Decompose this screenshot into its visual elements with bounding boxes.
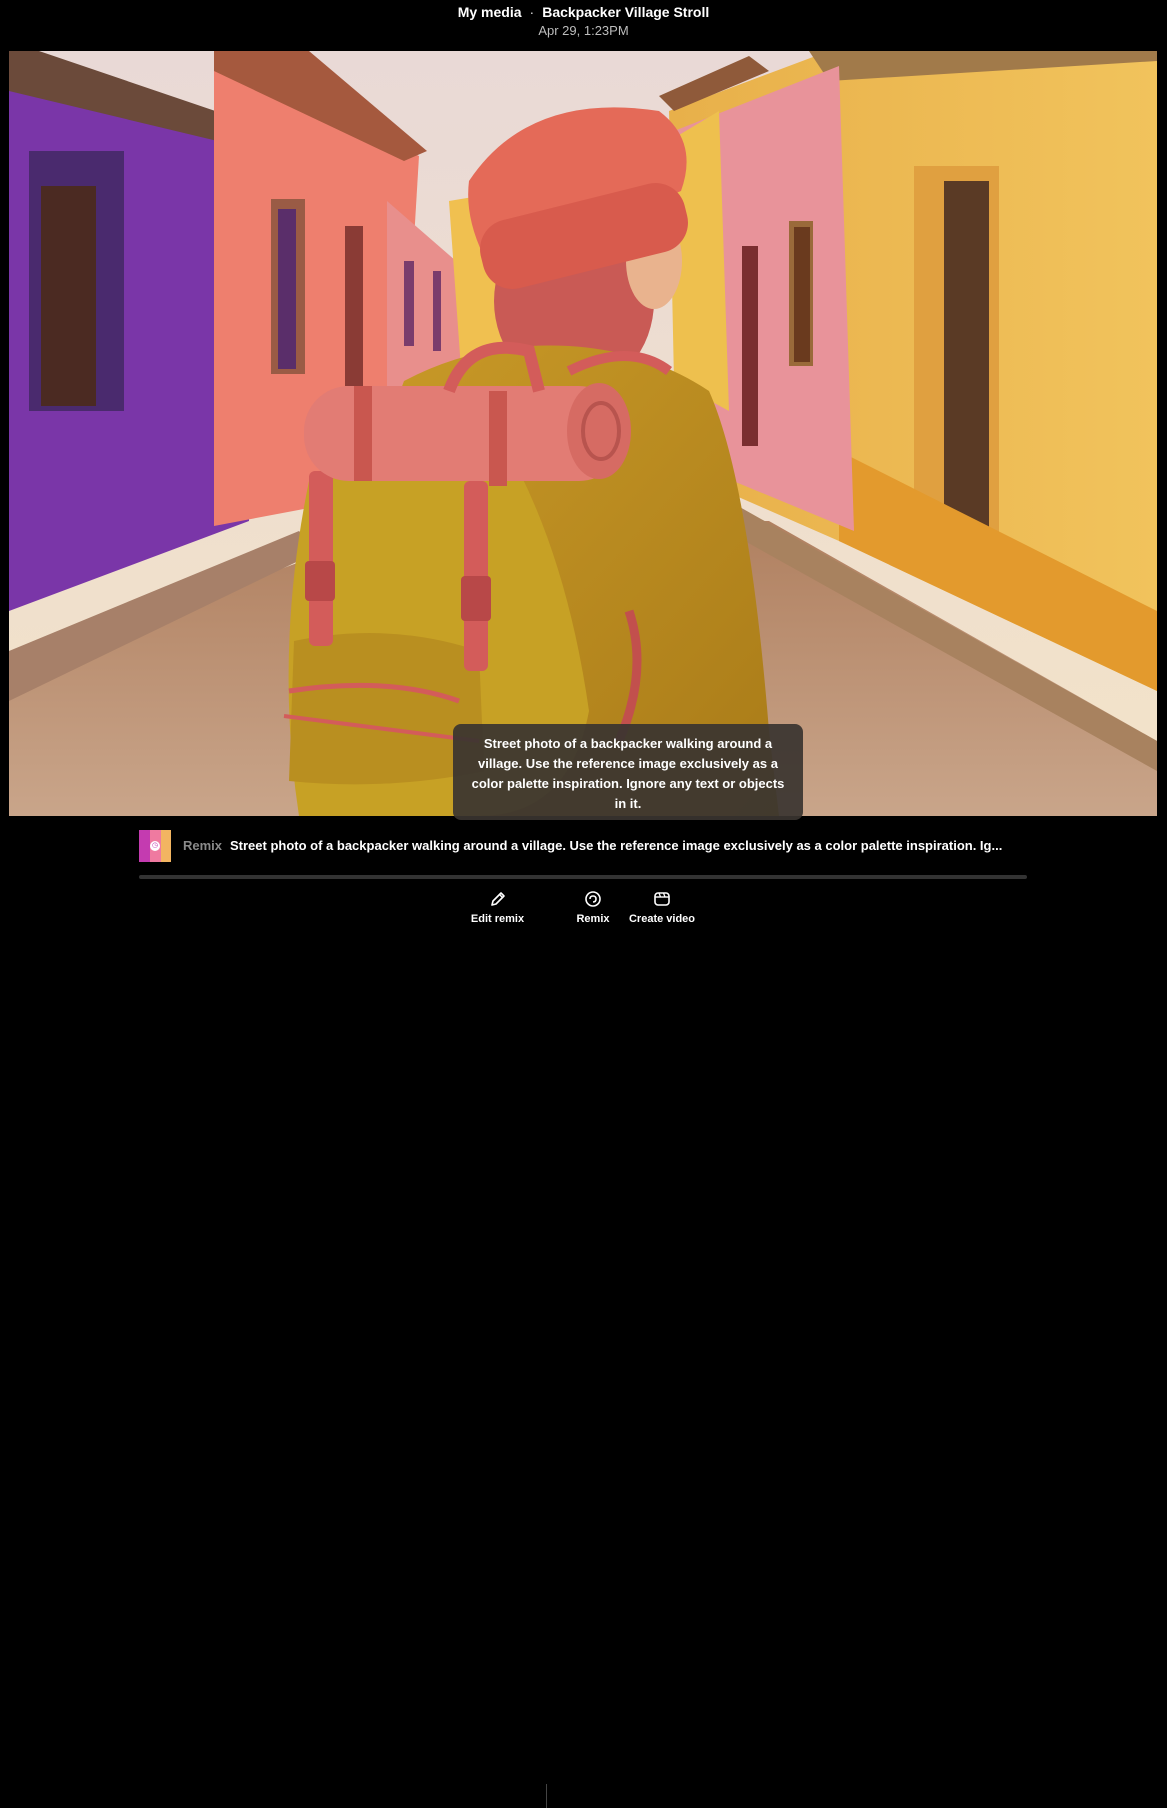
prompt-tooltip: Street photo of a backpacker walking aro… [453,724,803,820]
media-title: Backpacker Village Stroll [542,4,710,20]
action-bar: Edit remix Remix Create video [0,888,1167,1808]
remix-icon [585,891,601,907]
generated-image[interactable] [9,51,1157,816]
remix-prompt-text: Street photo of a backpacker walking aro… [230,838,1003,853]
remix-bar[interactable]: ◷ Remix Street photo of a backpacker wal… [139,830,1029,862]
clock-icon: ◷ [150,841,160,851]
progress-divider [139,875,1027,879]
edit-remix-button[interactable]: Edit remix [470,888,525,925]
action-separator [546,1784,547,1808]
remix-label: Remix [183,838,223,853]
media-timestamp: Apr 29, 1:23PM [538,23,629,38]
remix-button[interactable]: Remix [573,888,613,925]
edit-remix-label: Edit remix [470,913,525,925]
create-video-button[interactable]: Create video [627,888,697,925]
media-header: My media · Backpacker Village Stroll Apr 2… [0,0,1167,50]
backpacker-village-photo [9,51,1157,816]
video-icon [654,892,670,906]
pencil-icon [490,892,505,906]
title-separator: · [529,4,535,20]
create-video-label: Create video [628,913,696,925]
collection-link[interactable]: My media [458,4,522,20]
reference-thumbnail[interactable]: ◷ [139,830,171,862]
remix-action-label: Remix [576,913,610,925]
title-line: My media · Backpacker Village Stroll [0,4,1167,20]
